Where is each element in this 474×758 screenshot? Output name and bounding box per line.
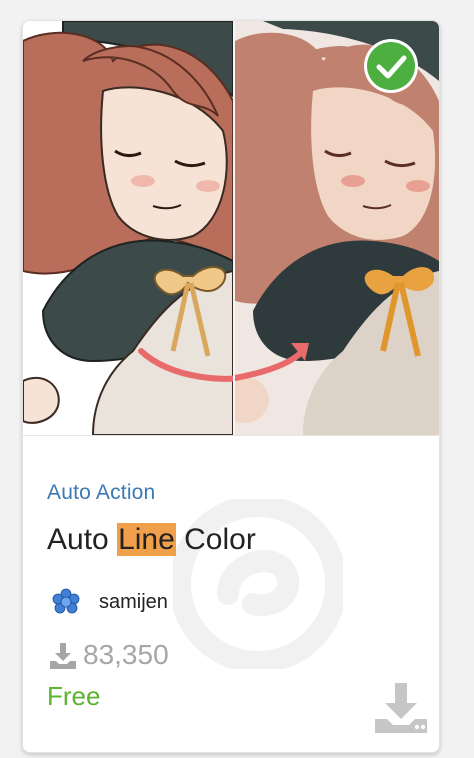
title-highlight: Line (117, 523, 176, 556)
download-count-value: 83,350 (83, 639, 169, 670)
avatar (52, 588, 80, 616)
preview-image[interactable] (23, 21, 439, 435)
price-label: Free (47, 681, 101, 711)
author-name: samijen (99, 590, 168, 613)
asset-title[interactable]: Auto Line Color (47, 523, 256, 557)
title-prefix: Auto (47, 523, 118, 556)
asset-card[interactable]: Auto Action Auto Line Color samijen 83,3… (22, 20, 440, 753)
asset-category[interactable]: Auto Action (47, 481, 155, 505)
download-button[interactable] (373, 679, 429, 735)
download-count: 83,350 (47, 639, 169, 671)
download-icon (50, 643, 76, 669)
card-divider (23, 435, 439, 436)
check-circle-icon (364, 39, 418, 93)
title-suffix: Color (175, 523, 256, 556)
author-row[interactable]: samijen (51, 585, 168, 619)
